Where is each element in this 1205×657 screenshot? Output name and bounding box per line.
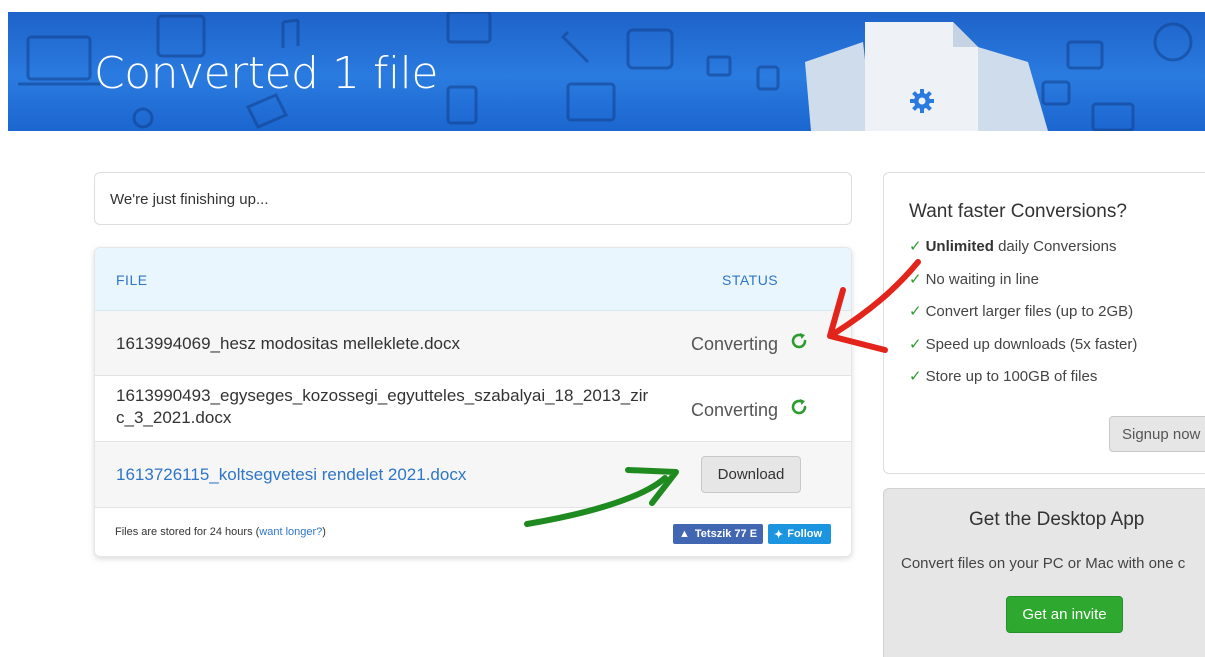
feature-text: Speed up downloads (5x faster) <box>925 336 1138 353</box>
file-table: FILE STATUS 1613994069_hesz modositas me… <box>94 247 852 557</box>
column-header-status: STATUS <box>722 272 779 288</box>
check-icon: ✓ <box>909 271 922 288</box>
desktop-app-card: Get the Desktop App Convert files on you… <box>883 488 1205 657</box>
feature-bold: Unlimited <box>925 238 994 255</box>
check-icon: ✓ <box>909 238 922 255</box>
upsell-title: Want faster Conversions? <box>909 201 1127 222</box>
thumbs-up-icon: ▲ <box>679 528 690 540</box>
status-message-card: We're just finishing up... <box>94 172 852 225</box>
feature-item: ✓ Convert larger files (up to 2GB) <box>909 302 1133 320</box>
table-header: FILE STATUS <box>95 248 851 311</box>
download-button[interactable]: Download <box>701 456 801 493</box>
feature-text: Convert larger files (up to 2GB) <box>925 303 1134 320</box>
table-footer: Files are stored for 24 hours (want long… <box>95 508 851 556</box>
facebook-like-label: Tetszik 77 E <box>694 528 758 540</box>
table-row: 1613994069_hesz modositas melleklete.doc… <box>95 311 851 376</box>
feature-text: Store up to 100GB of files <box>925 368 1098 385</box>
feature-item: ✓ No waiting in line <box>909 270 1039 288</box>
converting-status: Converting <box>691 400 779 420</box>
file-name-line2: c_3_2021.docx <box>116 408 232 427</box>
page-title: Converted 1 file <box>94 48 438 99</box>
document-illustration <box>805 22 1048 131</box>
header-banner: Converted 1 file <box>8 12 1205 131</box>
status-message: We're just finishing up... <box>110 191 269 208</box>
signup-button[interactable]: Signup now <box>1109 416 1205 452</box>
check-icon: ✓ <box>909 336 922 353</box>
page: Converted 1 file We're just finishing up… <box>0 0 1205 657</box>
feature-text: No waiting in line <box>925 271 1039 288</box>
twitter-bird-icon: ✦ <box>774 528 784 541</box>
storage-note: Files are stored for 24 hours (want long… <box>115 526 326 538</box>
column-header-file: FILE <box>116 272 148 288</box>
feature-text: daily Conversions <box>993 238 1117 255</box>
get-invite-button[interactable]: Get an invite <box>1006 596 1123 633</box>
table-row: 1613990493_egyseges_kozossegi_egyutteles… <box>95 376 851 442</box>
twitter-follow-button[interactable]: ✦ Follow <box>768 524 831 544</box>
feature-item: ✓ Speed up downloads (5x faster) <box>909 335 1137 353</box>
feature-item: ✓ Unlimited daily Conversions <box>909 237 1116 255</box>
want-longer-link[interactable]: want longer? <box>259 526 322 538</box>
converting-status: Converting <box>691 334 779 354</box>
check-icon: ✓ <box>909 368 922 385</box>
check-icon: ✓ <box>909 303 922 320</box>
desktop-app-text: Convert files on your PC or Mac with one… <box>901 555 1186 572</box>
file-name-line1: 1613990493_egyseges_kozossegi_egyutteles… <box>116 386 649 405</box>
refresh-icon <box>791 399 807 415</box>
feature-item: ✓ Store up to 100GB of files <box>909 367 1097 385</box>
file-name: 1613990493_egyseges_kozossegi_egyutteles… <box>116 385 648 429</box>
upsell-card: Want faster Conversions? ✓ Unlimited dail… <box>883 172 1205 474</box>
table-row: 1613726115_koltsegvetesi rendelet 2021.d… <box>95 442 851 508</box>
file-download-link[interactable]: 1613726115_koltsegvetesi rendelet 2021.d… <box>116 464 466 486</box>
refresh-icon <box>791 333 807 349</box>
gear-icon <box>910 89 934 113</box>
desktop-app-title: Get the Desktop App <box>969 509 1145 530</box>
storage-note-text: Files are stored for 24 hours ( <box>115 526 260 538</box>
file-name: 1613994069_hesz modositas melleklete.doc… <box>116 334 461 353</box>
facebook-like-button[interactable]: ▲ Tetszik 77 E <box>673 524 763 544</box>
twitter-follow-label: Follow <box>787 528 823 540</box>
storage-note-close: ) <box>322 526 326 538</box>
